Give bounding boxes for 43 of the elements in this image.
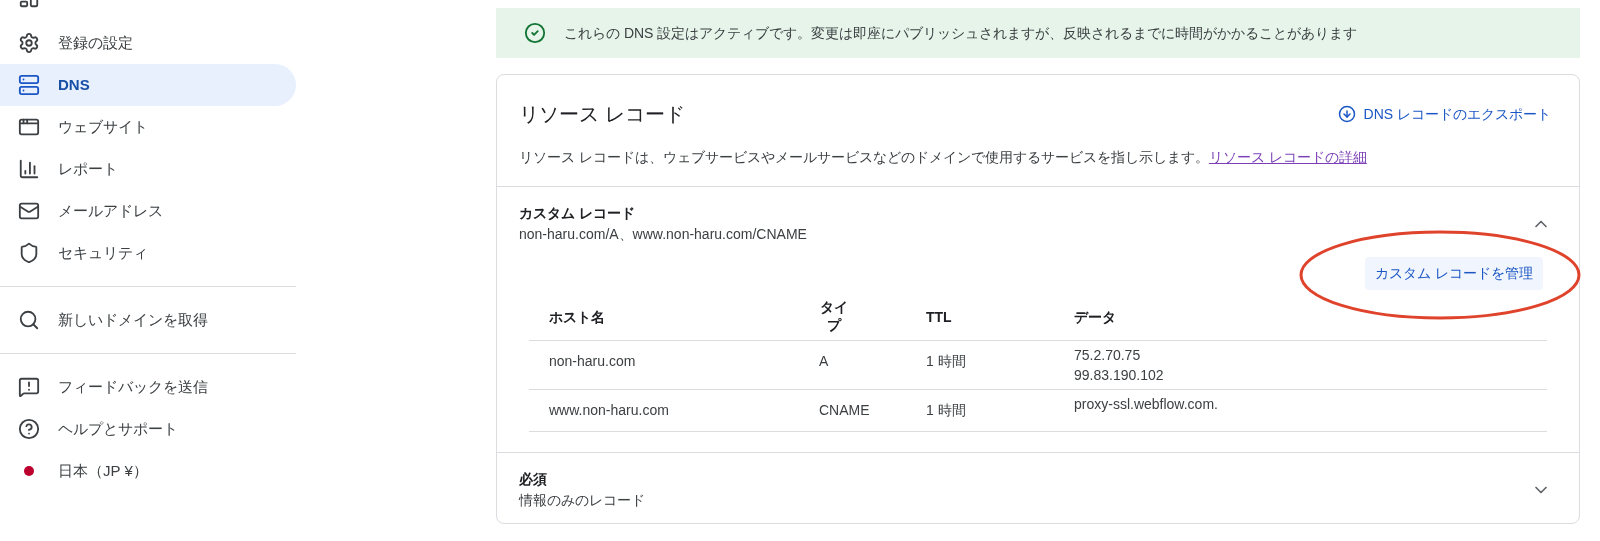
- column-header: ホスト名: [549, 308, 605, 325]
- column-header: タイプ: [819, 298, 849, 334]
- manage-records-button[interactable]: カスタム レコードを管理: [1365, 257, 1543, 290]
- sidebar-item[interactable]: 登録の設定: [0, 22, 296, 64]
- sidebar-item[interactable]: 日本（JP ¥）: [0, 450, 296, 492]
- section-subtitle: non-haru.com/A、www.non-haru.com/CNAME: [519, 225, 808, 244]
- table-cell: CNAME: [819, 402, 870, 418]
- banner-text: これらの DNS 設定はアクティブです。変更は即座にパブリッシュされますが、反映されるまでに時間がかかることがあります: [564, 23, 1358, 43]
- table-cell: 1 時間: [926, 353, 966, 369]
- mail-icon: [18, 200, 40, 222]
- card-title: リソース レコード: [519, 102, 686, 127]
- window-icon: [18, 116, 40, 138]
- table-cell: 1 時間: [926, 402, 966, 418]
- table-cell-text: 75.2.70.75 99.83.190.102: [1074, 346, 1164, 385]
- check-circle-icon: [524, 22, 546, 44]
- table-cell: non-haru.com: [549, 353, 636, 369]
- search-icon: [18, 309, 40, 331]
- sidebar-item[interactable]: メールアドレス: [0, 190, 296, 232]
- card-description: リソース レコードは、ウェブサービスやメールサービスなどのドメインで使用するサービスを指し示します。リソース レコードの詳細: [519, 148, 1368, 167]
- sidebar-item[interactable]: ヘルプとサポート: [0, 408, 296, 450]
- table-cell: www.non-haru.com: [549, 402, 669, 418]
- help-icon: [18, 418, 40, 440]
- bar-chart-icon: [18, 158, 40, 180]
- sidebar-item[interactable]: セキュリティ: [0, 232, 296, 274]
- section-subtitle: 情報のみのレコード: [519, 491, 646, 510]
- column-header: データ: [1074, 308, 1116, 325]
- sidebar-item[interactable]: 新しいドメインを取得: [0, 299, 296, 341]
- table-cell-text: proxy-ssl.webflow.com.: [1074, 395, 1218, 414]
- feedback-icon: [18, 376, 40, 398]
- sidebar-item[interactable]: ウェブサイト: [0, 106, 296, 148]
- export-link[interactable]: DNS レコードのエクスポート: [1337, 103, 1551, 125]
- sidebar-item[interactable]: レポート: [0, 148, 296, 190]
- details-link[interactable]: リソース レコードの詳細: [1208, 149, 1367, 165]
- table-cell: A: [819, 353, 829, 369]
- section-title: 必須: [519, 470, 548, 489]
- column-header: TTL: [926, 308, 952, 325]
- sidebar-item[interactable]: フィードバックを送信: [0, 366, 296, 408]
- gear-icon: [18, 32, 40, 54]
- sidebar-item[interactable]: DNS: [0, 64, 296, 106]
- section-title: カスタム レコード: [519, 204, 636, 223]
- download-icon: [1337, 105, 1356, 123]
- server-icon: [18, 74, 40, 96]
- shield-icon: [18, 242, 40, 264]
